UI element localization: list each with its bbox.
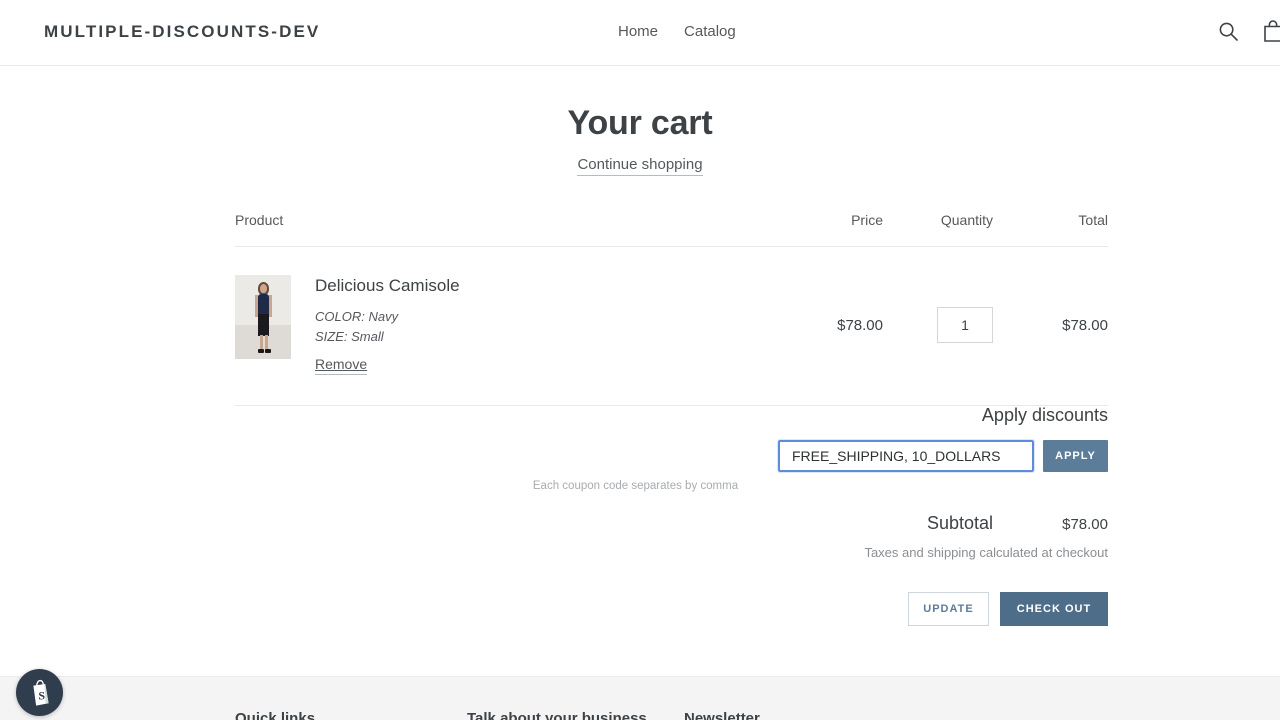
subtotal-row: Subtotal $78.00 bbox=[235, 513, 1108, 534]
table-row: Delicious Camisole COLOR: Navy SIZE: Sma… bbox=[235, 247, 1108, 406]
cart-table: Product Price Quantity Total Delicious C… bbox=[235, 212, 1108, 406]
cart-page: MULTIPLE-DISCOUNTS-DEV Home Catalog Your… bbox=[0, 0, 1280, 720]
nav-item-home[interactable]: Home bbox=[618, 23, 658, 40]
thumbnail-model-head bbox=[260, 284, 267, 293]
svg-text:S: S bbox=[38, 688, 45, 702]
shopify-bag-icon: S bbox=[32, 679, 49, 706]
remove-item-link[interactable]: Remove bbox=[315, 356, 368, 375]
discount-row: APPLY bbox=[235, 439, 1108, 473]
footer-columns: Quick links Talk about your business New… bbox=[235, 710, 904, 720]
thumbnail-model-skirt bbox=[258, 314, 269, 336]
product-cell: Delicious Camisole COLOR: Navy SIZE: Sma… bbox=[235, 275, 773, 375]
cart-summary: Apply discounts APPLY Each coupon code s… bbox=[235, 405, 1108, 626]
column-header-product: Product bbox=[235, 212, 284, 228]
continue-shopping-label: Continue shopping bbox=[577, 156, 703, 176]
cart-table-header: Product Price Quantity Total bbox=[235, 212, 1108, 247]
quantity-input[interactable] bbox=[937, 307, 993, 343]
update-cart-button[interactable]: UPDATE bbox=[908, 592, 989, 626]
thumbnail-model-arm-right bbox=[269, 295, 272, 317]
footer-heading-quick-links: Quick links bbox=[235, 710, 316, 720]
product-info: Delicious Camisole COLOR: Navy SIZE: Sma… bbox=[315, 275, 460, 375]
subtotal-value: $78.00 bbox=[1062, 516, 1108, 533]
quantity-cell bbox=[883, 307, 993, 343]
shopping-bag-icon[interactable] bbox=[1262, 20, 1280, 43]
footer-column-newsletter: Newsletter bbox=[684, 710, 904, 720]
apply-discounts-label: Apply discounts bbox=[981, 405, 1108, 425]
product-variant-color: COLOR: Navy bbox=[315, 309, 399, 324]
thumbnail-model-shoe-left bbox=[258, 349, 264, 353]
thumbnail-model-camisole bbox=[258, 294, 269, 315]
cart-actions: UPDATE CHECK OUT bbox=[235, 592, 1108, 626]
footer-heading-newsletter: Newsletter bbox=[684, 710, 760, 720]
shopify-logo-badge[interactable]: S bbox=[16, 669, 63, 716]
main-nav: Home Catalog bbox=[618, 23, 736, 40]
continue-shopping-link[interactable]: Continue shopping bbox=[0, 156, 1280, 176]
subtotal-label: Subtotal bbox=[926, 513, 993, 533]
footer-column-about: Talk about your business bbox=[467, 710, 684, 720]
footer-heading-about: Talk about your business bbox=[467, 710, 647, 720]
column-header-price: Price bbox=[851, 212, 883, 228]
header-icons bbox=[1218, 20, 1280, 43]
apply-discount-button[interactable]: APPLY bbox=[1043, 440, 1108, 472]
site-header: MULTIPLE-DISCOUNTS-DEV Home Catalog bbox=[0, 0, 1280, 66]
discount-code-input[interactable] bbox=[777, 439, 1035, 473]
product-name[interactable]: Delicious Camisole bbox=[315, 276, 460, 296]
product-price: $78.00 bbox=[837, 316, 883, 334]
site-title[interactable]: MULTIPLE-DISCOUNTS-DEV bbox=[44, 22, 320, 42]
page-title: Your cart bbox=[567, 104, 713, 142]
product-thumbnail[interactable] bbox=[235, 275, 291, 359]
column-header-quantity: Quantity bbox=[940, 212, 993, 228]
nav-item-catalog[interactable]: Catalog bbox=[684, 23, 736, 40]
product-line-total: $78.00 bbox=[1062, 316, 1108, 334]
column-header-total: Total bbox=[1078, 212, 1108, 228]
site-footer: Quick links Talk about your business New… bbox=[0, 676, 1280, 720]
thumbnail-model-shoe-right bbox=[265, 349, 271, 353]
coupon-hint: Each coupon code separates by comma bbox=[532, 480, 739, 492]
tax-shipping-note: Taxes and shipping calculated at checkou… bbox=[864, 545, 1108, 560]
footer-column-quick-links: Quick links bbox=[235, 710, 467, 720]
checkout-button[interactable]: CHECK OUT bbox=[1000, 592, 1108, 626]
product-variant-size: SIZE: Small bbox=[315, 328, 384, 344]
search-icon[interactable] bbox=[1218, 21, 1239, 42]
